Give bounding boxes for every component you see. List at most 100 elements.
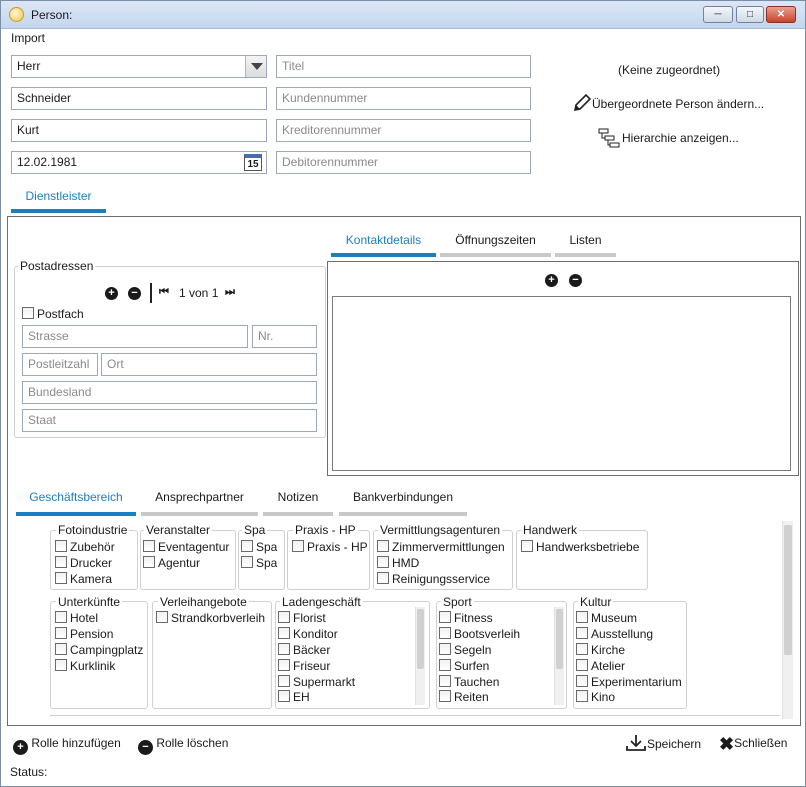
minus-icon: − [138, 740, 153, 755]
street-field[interactable]: Strasse [22, 325, 248, 348]
tab-listen[interactable]: Listen [555, 227, 616, 257]
parent-status: (Keine zugeordnet) [618, 63, 721, 77]
checkbox-item[interactable]: Drucker [55, 556, 112, 570]
window-title: Person: [31, 8, 73, 22]
save-label: Speichern [647, 737, 702, 751]
group-title: Verleihangebote [158, 595, 249, 609]
tab-dienstleister[interactable]: Dienstleister [11, 183, 106, 213]
add-address-icon[interactable]: + [105, 287, 118, 300]
checkbox-item[interactable]: Zubehör [55, 540, 115, 554]
first-page-icon[interactable]: ⏮ [159, 286, 169, 299]
close-window-button[interactable]: ✕ [766, 6, 796, 23]
add-role-button[interactable]: + Rolle hinzufügen [13, 736, 121, 755]
checkbox-item[interactable]: Eventagentur [143, 540, 229, 554]
last-page-icon[interactable]: ⏭ [225, 286, 235, 299]
maximize-button[interactable]: □ [736, 6, 764, 23]
minimize-button[interactable]: ─ [703, 6, 733, 23]
tab-notizen[interactable]: Notizen [263, 482, 333, 516]
group-handwerk [516, 530, 648, 590]
checkbox-item[interactable]: Experimentarium [576, 675, 682, 689]
checkbox-item[interactable]: Reinigungsservice [377, 572, 490, 586]
hierarchy-icon [598, 128, 620, 148]
birthdate-field[interactable]: 12.02.1981 15 [11, 151, 267, 174]
tab-oeffnungszeiten[interactable]: Öffnungszeiten [440, 227, 551, 257]
customer-number-field[interactable]: Kundennummer [276, 87, 531, 110]
checkbox-item[interactable]: Fitness [439, 611, 493, 625]
tab-geschaeftsbereich[interactable]: Geschäftsbereich [16, 482, 136, 516]
lastname-field[interactable]: Schneider [11, 87, 267, 110]
postfach-box[interactable] [22, 307, 34, 319]
checkbox-item[interactable]: Strandkorbverleih [156, 611, 265, 625]
checkbox-item[interactable]: Spa [241, 556, 277, 570]
checkbox-item[interactable]: Kurklinik [55, 659, 115, 673]
creditor-number-field[interactable]: Kreditorennummer [276, 119, 531, 142]
checkbox-item[interactable]: Campingplatz [55, 643, 143, 657]
city-field[interactable]: Ort [101, 353, 317, 376]
title-field[interactable]: Titel [276, 55, 531, 78]
checkbox-item[interactable]: Kamera [55, 572, 112, 586]
sport-scrollbar[interactable] [554, 607, 564, 705]
checkbox-item[interactable]: Bootsverleih [439, 627, 520, 641]
checkbox-item[interactable]: Kino [576, 690, 615, 704]
delete-role-button[interactable]: − Rolle löschen [138, 736, 228, 755]
checkbox-item[interactable]: Tauchen [439, 675, 499, 689]
categories-scrollbar[interactable] [782, 521, 793, 719]
checkbox-item[interactable]: Pension [55, 627, 113, 641]
salutation-combobox[interactable]: Herr [11, 55, 267, 78]
contact-list[interactable] [332, 296, 791, 471]
remove-contact-icon[interactable]: − [569, 274, 582, 287]
postfach-checkbox[interactable]: Postfach [22, 307, 84, 321]
firstname-field[interactable]: Kurt [11, 119, 267, 142]
checkbox-item[interactable]: Atelier [576, 659, 625, 673]
status-label: Status: [10, 765, 48, 779]
checkbox-item[interactable]: HMD [377, 556, 419, 570]
add-contact-icon[interactable]: + [545, 274, 558, 287]
checkbox-item[interactable]: Reiten [439, 690, 489, 704]
save-button[interactable]: Speichern [625, 734, 701, 752]
checkbox-item[interactable]: Zimmervermittlungen [377, 540, 505, 554]
house-number-field[interactable]: Nr. [252, 325, 317, 348]
change-parent-link[interactable]: Übergeordnete Person ändern... [572, 93, 764, 112]
checkbox-item[interactable]: Ausstellung [576, 627, 653, 641]
postal-code-field[interactable]: Postleitzahl [22, 353, 98, 376]
checkbox-item[interactable]: Handwerksbetriebe [521, 540, 639, 554]
checkbox-item[interactable]: Kirche [576, 643, 625, 657]
checkbox-item[interactable]: Florist [278, 611, 326, 625]
import-menu[interactable]: Import [11, 31, 45, 45]
checkbox-item[interactable]: Agentur [143, 556, 200, 570]
postal-address-title: Postadressen [18, 259, 96, 273]
checkbox-item[interactable]: Segeln [439, 643, 491, 657]
debtor-number-field[interactable]: Debitorennummer [276, 151, 531, 174]
chevron-down-icon[interactable] [245, 56, 266, 77]
title-bar: Person: ─ □ ✕ [1, 1, 805, 29]
checkbox-item[interactable]: Konditor [278, 627, 338, 641]
country-field[interactable]: Staat [22, 409, 317, 432]
checkbox-item[interactable]: Surfen [439, 659, 489, 673]
checkbox-item[interactable]: Supermarkt [278, 675, 355, 689]
group-title: Spa [242, 523, 268, 537]
checkbox-item[interactable]: Hotel [55, 611, 98, 625]
tab-ansprechpartner[interactable]: Ansprechpartner [141, 482, 258, 516]
download-icon [626, 735, 646, 751]
group-title: Sport [441, 595, 474, 609]
group-title: Praxis - HP [293, 523, 358, 537]
close-button[interactable]: ✖Schließen [719, 734, 787, 755]
remove-address-icon[interactable]: − [128, 287, 141, 300]
checkbox-item[interactable]: Friseur [278, 659, 330, 673]
checkbox-item[interactable]: Bäcker [278, 643, 330, 657]
plus-icon: + [13, 740, 28, 755]
delete-role-label: Rolle löschen [156, 736, 229, 750]
tab-kontaktdetails[interactable]: Kontaktdetails [331, 227, 436, 257]
checkbox-item[interactable]: Spa [241, 540, 277, 554]
calendar-icon[interactable]: 15 [244, 154, 262, 171]
tab-bankverbindungen[interactable]: Bankverbindungen [339, 482, 467, 516]
group-title: Fotoindustrie [56, 523, 130, 537]
checkbox-item[interactable]: Praxis - HP [292, 540, 368, 554]
show-hierarchy-link[interactable]: Hierarchie anzeigen... [598, 128, 739, 148]
salutation-value: Herr [17, 59, 41, 73]
group-title: Ladengeschäft [280, 595, 363, 609]
checkbox-item[interactable]: Museum [576, 611, 637, 625]
ladengeschaeft-scrollbar[interactable] [415, 607, 425, 705]
state-field[interactable]: Bundesland [22, 381, 317, 404]
checkbox-item[interactable]: EH [278, 690, 310, 704]
